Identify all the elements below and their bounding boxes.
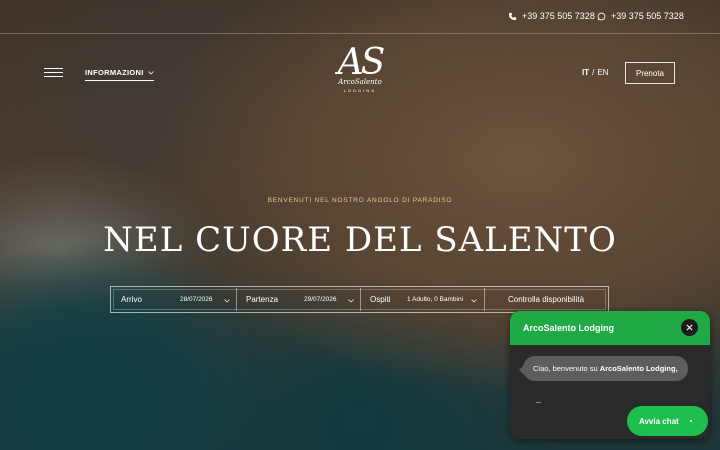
chevron-down-icon	[471, 299, 477, 303]
start-chat-button[interactable]: Avvia chat	[627, 406, 708, 436]
typing-indicator	[536, 402, 541, 403]
phone-link[interactable]: +39 375 505 7328	[508, 11, 595, 21]
departure-value: 29/07/2026	[304, 296, 337, 303]
chat-message-bubble: Ciao, benvenuto su ArcoSalento Lodging,	[519, 356, 688, 381]
book-button[interactable]: Prenota	[625, 62, 675, 84]
check-availability-button[interactable]: Controlla disponibilità	[485, 288, 607, 311]
departure-label: Partenza	[246, 295, 279, 304]
whatsapp-link[interactable]: +39 375 505 7328	[597, 11, 684, 21]
send-icon	[690, 420, 692, 422]
booking-form: Arrivo 28/07/2026 Partenza 29/07/2026 Os…	[110, 286, 609, 313]
arrival-date-field[interactable]: Arrivo 28/07/2026	[112, 288, 237, 311]
chevron-down-icon	[147, 70, 154, 75]
site-logo[interactable]: AS ArcoSalento LODGING	[330, 44, 390, 106]
logo-subtitle: LODGING	[343, 88, 377, 93]
start-chat-label: Avvia chat	[639, 416, 679, 426]
chat-header: ArcoSalento Lodging	[510, 311, 710, 345]
language-switcher: IT / EN	[582, 68, 608, 77]
close-icon[interactable]	[681, 319, 698, 336]
info-dropdown[interactable]: INFORMAZIONI	[85, 68, 154, 81]
hamburger-menu-icon[interactable]	[44, 68, 63, 78]
lang-separator: /	[592, 68, 595, 77]
whatsapp-icon	[597, 12, 606, 20]
departure-date-field[interactable]: Partenza 29/07/2026	[237, 288, 361, 311]
chat-title: ArcoSalento Lodging	[523, 323, 614, 333]
top-bar: +39 375 505 7328 +39 375 505 7328	[0, 0, 720, 34]
lang-en[interactable]: EN	[597, 68, 608, 77]
logo-script: ArcoSalento	[338, 78, 382, 86]
arrival-value: 28/07/2026	[180, 296, 213, 303]
logo-mark: AS	[337, 42, 386, 83]
chevron-down-icon	[348, 299, 354, 303]
arrival-label: Arrivo	[121, 295, 142, 304]
whatsapp-number: +39 375 505 7328	[611, 11, 684, 21]
chevron-down-icon	[224, 299, 230, 303]
phone-icon	[508, 12, 517, 20]
chat-greeting-brand: ArcoSalento Lodging,	[599, 364, 678, 373]
guests-label: Ospiti	[370, 295, 391, 304]
chat-widget: ArcoSalento Lodging Ciao, benvenuto su A…	[510, 311, 710, 439]
guests-field[interactable]: Ospiti 1 Adulto, 0 Bambini	[361, 288, 485, 311]
chat-greeting: Ciao, benvenuto su	[533, 364, 600, 373]
guests-value: 1 Adulto, 0 Bambini	[407, 296, 464, 303]
hero-eyebrow: BENVENUTI NEL NOSTRO ANGOLO DI PARADISO	[267, 197, 453, 204]
info-dropdown-label: INFORMAZIONI	[85, 68, 144, 77]
hero-title: NEL CUORE DEL SALENTO	[103, 220, 617, 260]
lang-it[interactable]: IT	[582, 68, 589, 77]
phone-number: +39 375 505 7328	[522, 11, 595, 21]
